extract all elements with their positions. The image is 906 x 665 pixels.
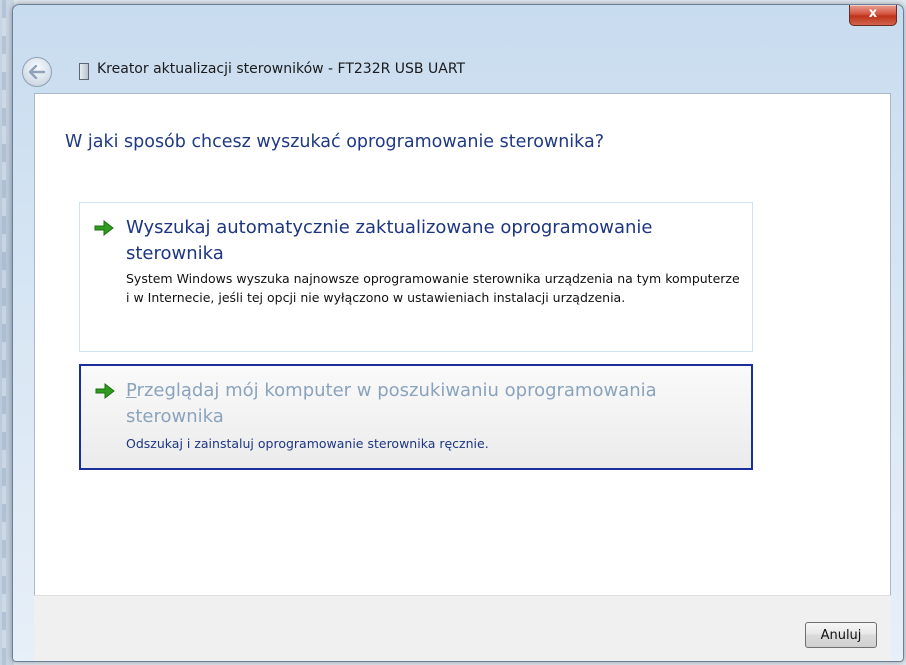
- cancel-button[interactable]: Anuluj: [805, 622, 877, 648]
- option-browse-computer[interactable]: Przeglądaj mój komputer w poszukiwaniu o…: [79, 364, 753, 470]
- option-description: Odszukaj i zainstaluj oprogramowanie ste…: [126, 436, 489, 451]
- back-button[interactable]: [22, 57, 52, 87]
- device-icon: [79, 63, 89, 80]
- green-arrow-icon: [95, 382, 115, 400]
- back-arrow-icon: [29, 65, 45, 79]
- option-description: System Windows wyszuka najnowsze oprogra…: [126, 271, 740, 305]
- page-question: W jaki sposób chcesz wyszukać oprogramow…: [65, 132, 605, 152]
- window-title: Kreator aktualizacji sterowników - FT232…: [97, 61, 466, 77]
- option-title: Przeglądaj mój komputer w poszukiwaniu o…: [126, 378, 739, 430]
- content-panel: W jaki sposób chcesz wyszukać oprogramow…: [34, 93, 891, 596]
- option-title-rest: rzeglądaj mój komputer w poszukiwaniu op…: [126, 380, 657, 427]
- close-icon: x: [868, 6, 878, 21]
- wizard-window: x Kreator aktualizacji sterowników - FT2…: [12, 4, 904, 662]
- access-key-letter: P: [126, 380, 137, 401]
- option-title: Wyszukaj automatycznie zaktualizowane op…: [126, 217, 653, 264]
- footer-bar: Anuluj: [34, 595, 891, 661]
- close-button[interactable]: x: [849, 5, 897, 26]
- option-search-automatically[interactable]: Wyszukaj automatycznie zaktualizowane op…: [79, 202, 753, 352]
- green-arrow-icon: [94, 219, 114, 237]
